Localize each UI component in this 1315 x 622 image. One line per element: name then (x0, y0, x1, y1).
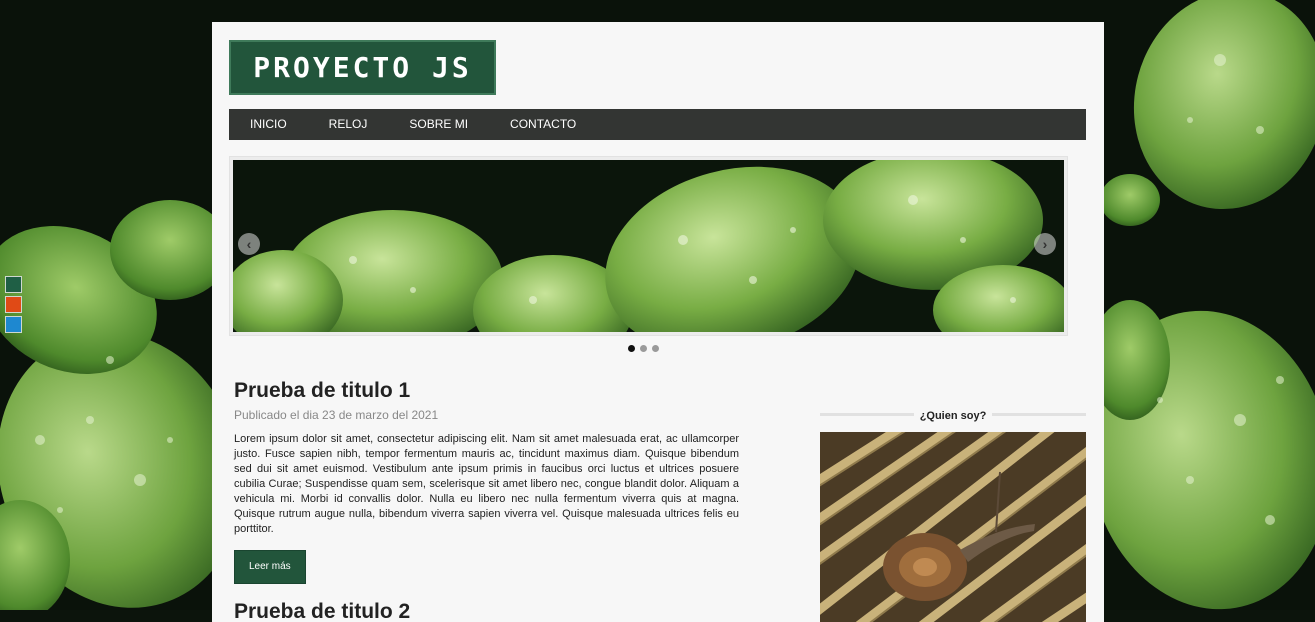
read-more-button[interactable]: Leer más (234, 550, 306, 584)
image-slider: ‹ › (229, 156, 1068, 336)
theme-swatch-green[interactable] (5, 276, 22, 293)
slider-dot-3[interactable] (652, 345, 659, 352)
chevron-left-icon: ‹ (246, 236, 252, 252)
site-logo[interactable]: PROYECTO JS (229, 40, 496, 95)
theme-swatch-blue[interactable] (5, 316, 22, 333)
theme-switcher (5, 276, 25, 336)
about-image (820, 432, 1086, 622)
main-nav: INICIO RELOJ SOBRE MI CONTACTO (229, 109, 1086, 140)
article-body: Lorem ipsum dolor sit amet, consectetur … (234, 433, 739, 535)
article-title[interactable]: Prueba de titulo 1 (234, 378, 739, 404)
article-1: Prueba de titulo 1 Publicado el dia 23 d… (234, 378, 739, 584)
slider-dot-2[interactable] (640, 345, 647, 352)
article-meta: Publicado el dia 23 de marzo del 2021 (234, 408, 439, 422)
slider-dots (628, 345, 659, 352)
sidebar: ¿Quien soy? (820, 406, 1086, 622)
slider-image (233, 160, 1064, 332)
nav-item-inicio[interactable]: INICIO (229, 109, 308, 140)
widget-title-text: ¿Quien soy? (913, 410, 993, 422)
slider-prev-button[interactable]: ‹ (238, 233, 260, 255)
article-2-title[interactable]: Prueba de titulo 2 (234, 600, 410, 622)
chevron-right-icon: › (1042, 236, 1048, 252)
slider-next-button[interactable]: › (1034, 233, 1056, 255)
slider-dot-1[interactable] (628, 345, 635, 352)
page-container: PROYECTO JS INICIO RELOJ SOBRE MI CONTAC… (212, 22, 1104, 622)
theme-swatch-red[interactable] (5, 296, 22, 313)
nav-item-reloj[interactable]: RELOJ (308, 109, 389, 140)
nav-item-contacto[interactable]: CONTACTO (489, 109, 597, 140)
nav-item-sobre-mi[interactable]: SOBRE MI (388, 109, 489, 140)
widget-title: ¿Quien soy? (820, 406, 1086, 422)
